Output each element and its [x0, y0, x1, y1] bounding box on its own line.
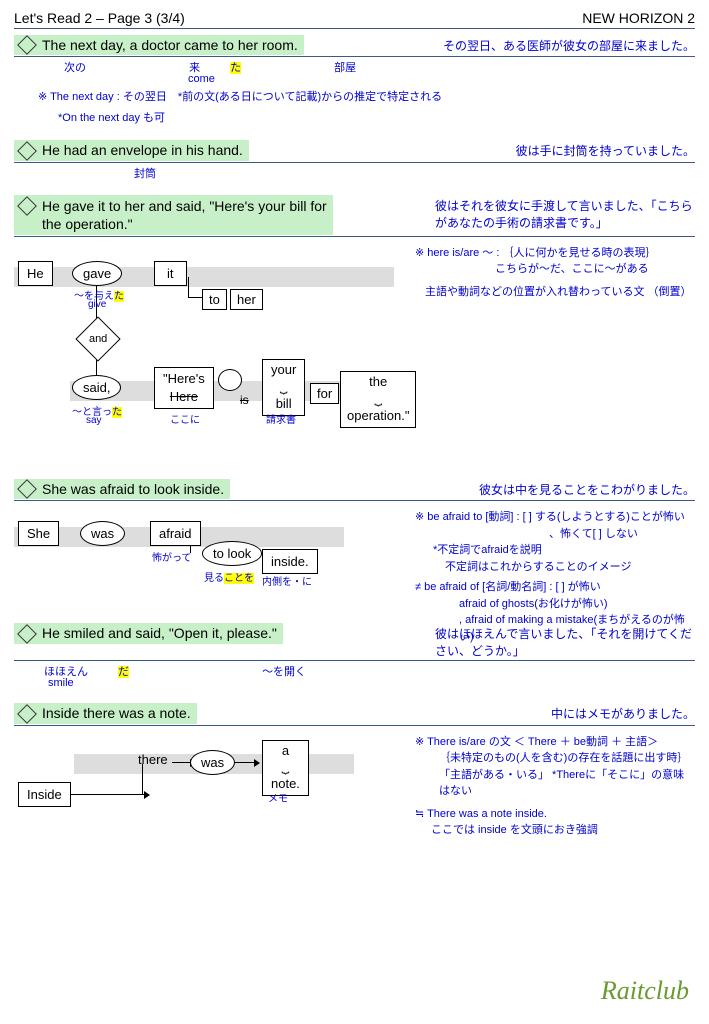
section-4: She was afraid to look inside. 彼女は中を見ること…: [14, 479, 695, 609]
sentence-2-jp: 彼は手に封筒を持っていました。: [516, 140, 695, 159]
diamond-icon: [17, 479, 37, 499]
sentence-5-en: He smiled and said, "Open it, please.": [14, 623, 283, 643]
notes-4: ※ be afraid to [動詞] : [ ] する(しようとする)ことが怖…: [415, 509, 695, 609]
gloss-come: come: [188, 73, 695, 85]
header-right: NEW HORIZON 2: [582, 10, 695, 26]
diamond-icon: [17, 624, 37, 644]
diagram-3: He gave it to her ～を与えた give and said, ～…: [14, 245, 404, 465]
sentence-2-en: He had an envelope in his hand.: [14, 140, 249, 160]
section-3: He gave it to her and said, "Here's your…: [14, 195, 695, 465]
diagram-6: Inside there was a⏟note. メモ: [14, 734, 404, 834]
notes-3: ※ here is/are ～ : ｛人に何かを見せる時の表現｝ こちらが～だ、…: [415, 245, 695, 465]
sentence-1-jp: その翌日、ある医師が彼女の部屋に来ました。: [443, 35, 695, 54]
diagram-4: She was afraid 怖がって to look 見ることを inside…: [14, 509, 404, 609]
sentence-4-en: She was afraid to look inside.: [14, 479, 230, 499]
diamond-icon: [17, 704, 37, 724]
watermark: Raitclub: [601, 976, 689, 1006]
note-1a: ※ The next day : その翌日 *前の文(ある日について記載)からの…: [38, 89, 695, 106]
sentence-3-en: He gave it to her and said, "Here's your…: [14, 195, 333, 235]
sentence-6-jp: 中にはメモがありました。: [551, 703, 695, 722]
sentence-6-en: Inside there was a note.: [14, 703, 197, 723]
note-1b: *On the next day も可: [58, 110, 695, 127]
sentence-4-jp: 彼女は中を見ることをこわがりました。: [479, 479, 695, 498]
gloss-smile: smile: [48, 677, 695, 689]
header-left: Let's Read 2 – Page 3 (3/4): [14, 10, 185, 26]
gloss-envelope: 封筒: [134, 165, 695, 181]
diamond-icon: [17, 141, 37, 161]
sentence-5-jp: 彼はほほえんで言いました、「それを開けてください、どうか。」: [435, 623, 695, 659]
sentence-1-en: The next day, a doctor came to her room.: [14, 35, 304, 55]
page-header: Let's Read 2 – Page 3 (3/4) NEW HORIZON …: [14, 10, 695, 29]
section-1: The next day, a doctor came to her room.…: [14, 35, 695, 126]
sentence-3-jp: 彼はそれを彼女に手渡して言いました、「こちらがあなたの手術の請求書です。」: [435, 195, 695, 231]
section-5: He smiled and said, "Open it, please." 彼…: [14, 623, 695, 689]
notes-6: ※ There is/are の文 ＜ There ＋ be動詞 ＋ 主語＞ ｛…: [415, 734, 695, 834]
diamond-icon: [17, 35, 37, 55]
diamond-icon: [17, 196, 37, 216]
section-6: Inside there was a note. 中にはメモがありました。 In…: [14, 703, 695, 833]
section-2: He had an envelope in his hand. 彼は手に封筒を持…: [14, 140, 695, 180]
